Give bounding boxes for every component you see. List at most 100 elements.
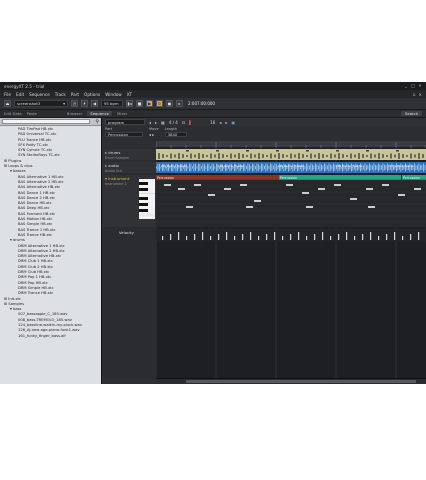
paste-button[interactable]: Paste [27, 111, 37, 116]
audio-waveform-bar [192, 166, 193, 169]
browser-search-input[interactable] [2, 119, 90, 124]
menu-window[interactable]: Window [105, 92, 122, 97]
menu-part[interactable]: Part [71, 92, 79, 97]
move-arrows-icon[interactable]: ◂ ▸ [149, 132, 159, 137]
close-icon[interactable]: × [418, 84, 422, 88]
drum-hit [326, 155, 328, 157]
audio-waveform-bar [157, 163, 159, 172]
drum-hit [218, 153, 220, 159]
mixer-tab[interactable]: Mixer [117, 111, 127, 116]
tempo-tap-icon[interactable]: ◷ [71, 100, 78, 107]
loop-icon[interactable]: ↻ [156, 100, 163, 107]
maximize-icon[interactable]: □ [411, 84, 415, 88]
track-device: Audio Out [105, 169, 122, 173]
length-field[interactable]: 3840 [164, 132, 187, 137]
search-icon[interactable]: ⚲ [95, 119, 99, 125]
stop-icon[interactable]: ■ [136, 100, 143, 107]
sequence-tab[interactable]: Sequence [87, 111, 113, 116]
arrow-left-icon[interactable]: ◂ [149, 120, 151, 125]
forward-icon[interactable]: ▸ [176, 100, 183, 107]
color-select-icon[interactable]: ▣ [231, 120, 235, 125]
track-expand-icon[interactable]: ▾ [105, 176, 107, 181]
menu-edit[interactable]: Edit [16, 92, 24, 97]
rewind-icon[interactable]: ▮◂ [126, 100, 133, 107]
drum-hit [418, 153, 420, 159]
midi-note [302, 192, 309, 194]
zoom-in-icon[interactable]: ▸ [225, 120, 227, 125]
drum-hit [322, 154, 324, 158]
velocity-bar [362, 234, 364, 240]
audio-waveform-bar [261, 163, 262, 172]
velocity-bar [394, 232, 396, 240]
menu-track[interactable]: Track [55, 92, 66, 97]
metronome-icon[interactable]: ⏵ [81, 100, 88, 107]
browser-tab[interactable]: Browser [67, 111, 82, 116]
browser-item-label: DRM Alternative HB.xtc [18, 254, 62, 259]
audio-waveform-bar [381, 165, 382, 170]
menu-options[interactable]: Options [84, 92, 100, 97]
record-icon[interactable]: ● [166, 100, 173, 107]
audio-waveform-bar [324, 163, 325, 172]
browser-item-label: DRM Trance HB.xtc [18, 291, 54, 296]
instrument-part-a [156, 175, 279, 180]
tempo-field[interactable]: 95 bpm [101, 100, 123, 107]
audio-waveform-bar [423, 163, 424, 172]
audio-waveform-bar [274, 163, 276, 172]
snap-icon[interactable]: ⊟ [182, 120, 185, 125]
midi-note [286, 184, 293, 186]
browser-item-label: BAS Dance 1 HB.xtc [18, 190, 56, 195]
mdi-minimize-icon[interactable]: ▫ [413, 92, 416, 97]
menu-xt[interactable]: XT [127, 92, 132, 97]
zoom-out-icon[interactable]: ◂ [219, 120, 221, 125]
arrangement-grid[interactable]: 128_techno_fluente 128_techno_fluente 128_… [156, 148, 426, 378]
velocity-bar [322, 232, 324, 240]
velocity-bar [266, 234, 268, 240]
track-header-drums[interactable]: ▸ drums Drum Sampler [103, 149, 156, 160]
audio-waveform-bar [195, 164, 196, 171]
minimize-icon[interactable]: _ [404, 84, 408, 88]
signature-field[interactable]: 4 / 4 [169, 120, 178, 125]
browser-item-label: 124_bassline-walkin-my-pluck.wav [18, 322, 82, 327]
arrow-right-icon[interactable]: ▸ [155, 120, 157, 125]
menu-sequence[interactable]: Sequence [29, 92, 50, 97]
drum-hit [334, 154, 336, 158]
browser-file-item[interactable]: 161_funky_finger_bass.aif [2, 334, 101, 339]
browser-item-label: SYN Cymrie TC.xtc [18, 148, 53, 153]
part-field[interactable]: Percussion [105, 132, 143, 137]
mode-select[interactable]: program [105, 119, 145, 125]
timeline-ruler[interactable] [155, 141, 426, 148]
track-expand-icon[interactable]: ▸ [105, 163, 107, 168]
part-label: Percussion [280, 176, 297, 180]
drum-hit [170, 153, 172, 159]
track-header-instrument[interactable]: ▾ Instrument Instrument 1 [103, 175, 156, 227]
search-button[interactable]: Search [400, 111, 422, 116]
chevron-down-icon: ▾ [63, 101, 65, 106]
drum-part-marker [336, 150, 339, 152]
sequence-header: program ◂ ▸ ▦ 4 / 4 ⊟ ▌ 16 ◂ ▸ ▣ [103, 118, 426, 126]
grid-icon[interactable]: ▦ [161, 120, 165, 125]
eject-icon[interactable]: ⏏ [4, 100, 11, 107]
browser-item-label: BAS Trance 1 HB.xtc [18, 227, 56, 232]
speaker-icon[interactable]: ◀ [91, 100, 98, 107]
play-icon[interactable]: ▶ [146, 100, 153, 107]
edit-data-button[interactable]: Edit Data [4, 111, 22, 116]
track-expand-icon[interactable]: ▸ [105, 150, 107, 155]
scrollbar-thumb[interactable] [186, 380, 416, 383]
part-label: Percussion [157, 176, 174, 180]
track-header-audio[interactable]: ▸ audio Audio Out [103, 162, 156, 173]
piano-keyboard[interactable] [139, 179, 155, 219]
project-select[interactable]: screenshot3 ▾ [14, 100, 68, 107]
browser-item-label: 161_funky_finger_bass.aif [18, 333, 66, 338]
horizontal-scrollbar[interactable] [156, 378, 426, 384]
audio-waveform-bar [310, 163, 312, 172]
quantize-field[interactable]: 16 [210, 120, 215, 125]
velocity-bar [290, 234, 292, 240]
audio-waveform-bar [322, 165, 324, 170]
drum-hit [234, 154, 236, 158]
mdi-close-icon[interactable]: × [418, 92, 422, 97]
drum-part-marker [306, 150, 309, 152]
audio-waveform-bar [414, 163, 415, 172]
menu-file[interactable]: File [4, 92, 11, 97]
velocity-bar [282, 236, 284, 240]
part-label: Percussion [403, 176, 420, 180]
